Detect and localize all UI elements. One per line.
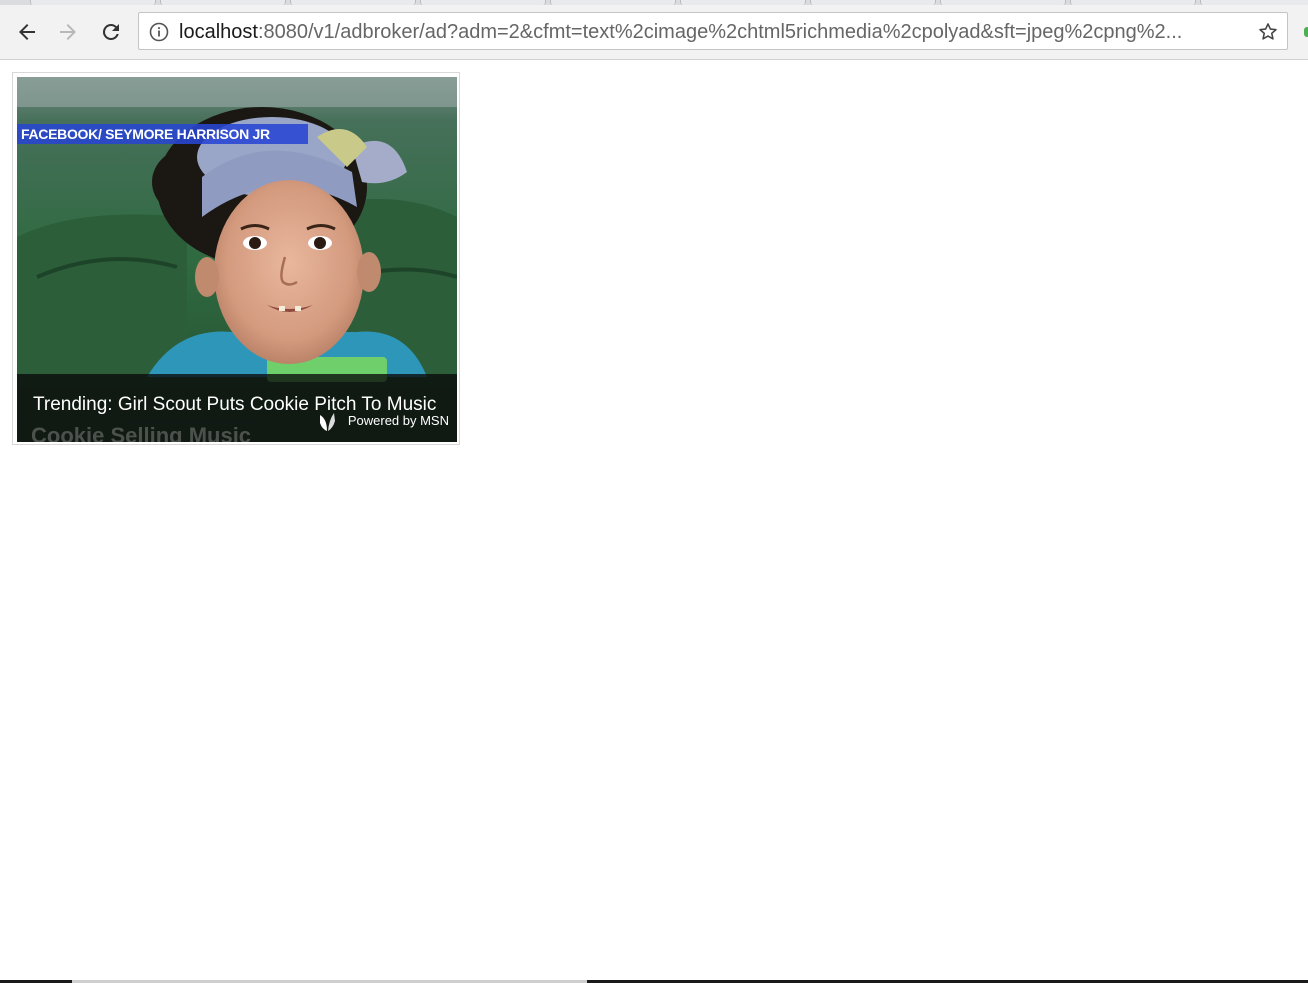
arrow-right-icon xyxy=(60,24,76,40)
extension-icon[interactable] xyxy=(1304,27,1308,37)
reload-button[interactable] xyxy=(96,13,126,51)
browser-toolbar: localhost:8080/v1/adbroker/ad?adm=2&cfmt… xyxy=(0,5,1308,60)
url-text[interactable]: localhost:8080/v1/adbroker/ad?adm=2&cfmt… xyxy=(179,21,1247,43)
arrow-left-icon xyxy=(19,24,35,40)
background-caption-text: Cookie Selling Music xyxy=(31,423,252,442)
url-path: :8080/v1/adbroker/ad?adm=2&cfmt=text%2ci… xyxy=(257,21,1183,43)
star-icon[interactable] xyxy=(1257,21,1279,43)
image-credit-banner: FACEBOOK/ SEYMORE HARRISON JR xyxy=(17,124,308,144)
ad-frame: FACEBOOK/ SEYMORE HARRISON JR Cookie Sel… xyxy=(12,72,460,445)
address-bar[interactable]: localhost:8080/v1/adbroker/ad?adm=2&cfmt… xyxy=(138,12,1288,50)
info-icon[interactable] xyxy=(149,22,169,42)
msn-butterfly-icon xyxy=(320,413,335,431)
back-button[interactable] xyxy=(12,13,42,51)
reload-icon xyxy=(102,23,119,40)
ad-card[interactable]: FACEBOOK/ SEYMORE HARRISON JR Cookie Sel… xyxy=(17,77,457,442)
url-host: localhost xyxy=(179,21,258,43)
powered-by-label[interactable]: Powered by MSN xyxy=(348,413,449,429)
forward-button[interactable] xyxy=(53,13,83,51)
